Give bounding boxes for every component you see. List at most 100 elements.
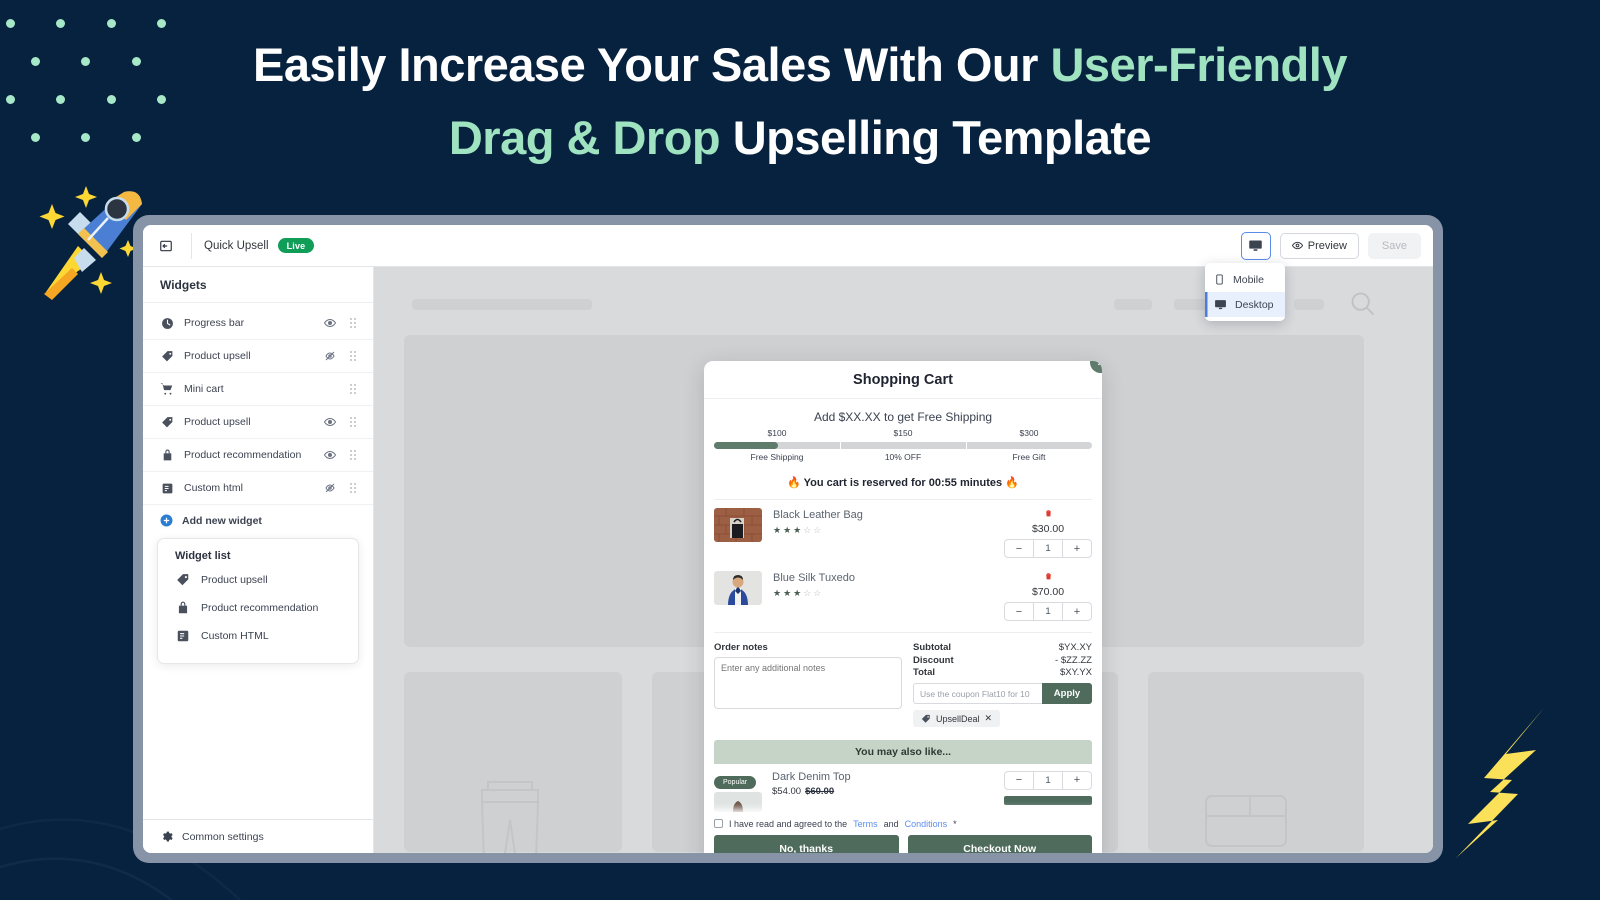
- decline-button[interactable]: No, thanks: [714, 834, 899, 853]
- widget-list-rows: Progress bar Product upsell Mini cart Pr…: [143, 303, 373, 505]
- code-icon: [175, 629, 190, 643]
- app-body: Widgets Progress bar Product upsell Mini…: [143, 267, 1433, 853]
- order-notes-label: Order notes: [714, 642, 768, 653]
- cart-icon: [160, 382, 174, 396]
- drag-handle-icon[interactable]: [347, 317, 359, 329]
- coupon-input[interactable]: Use the coupon Flat10 for 10: [913, 683, 1042, 704]
- trash-icon[interactable]: [1004, 571, 1092, 584]
- skeleton-nav-1: [1114, 299, 1152, 310]
- widget-list-item-custom-html[interactable]: Custom HTML: [158, 622, 358, 650]
- recommendation-sale-price: $54.00: [772, 785, 802, 797]
- widgets-sidebar: Widgets Progress bar Product upsell Mini…: [143, 267, 374, 853]
- free-shipping-progress-bar: [714, 442, 1092, 449]
- progress-icon: [160, 317, 174, 330]
- total-row-subtotal: Subtotal $YX.XY: [913, 642, 1092, 653]
- skeleton-nav-4: [1294, 299, 1324, 310]
- device-menu-label-mobile: Mobile: [1233, 273, 1264, 286]
- add-new-widget-button[interactable]: Add new widget: [143, 505, 373, 536]
- widget-list-title: Widget list: [175, 550, 231, 562]
- visibility-eye-icon[interactable]: [322, 449, 337, 461]
- applied-deal-chip: UpsellDeal ✕: [913, 710, 1001, 727]
- quantity-increment[interactable]: +: [1063, 540, 1091, 557]
- widget-row-product-recommendation[interactable]: Product recommendation: [143, 439, 373, 472]
- search-icon[interactable]: [1349, 289, 1377, 319]
- trash-icon[interactable]: [1004, 508, 1092, 521]
- terms-link[interactable]: Terms: [853, 819, 878, 829]
- product-actions: $30.00 − 1 +: [1004, 508, 1092, 558]
- tier-reward-2: 10% OFF: [884, 452, 922, 462]
- remove-deal-icon[interactable]: ✕: [985, 713, 993, 724]
- quantity-stepper[interactable]: − 1 +: [1004, 770, 1092, 790]
- widget-list-item-label: Product recommendation: [201, 602, 319, 614]
- tier-amount-1: $100: [767, 428, 787, 438]
- quantity-decrement[interactable]: −: [1005, 540, 1033, 557]
- quantity-stepper[interactable]: − 1 +: [1004, 539, 1092, 558]
- widget-row-mini-cart[interactable]: Mini cart: [143, 373, 373, 406]
- recommendation-thumb-wrap: Popular: [714, 771, 762, 812]
- widget-row-progress-bar[interactable]: Progress bar: [143, 307, 373, 340]
- total-label: Total: [913, 667, 935, 678]
- preview-button[interactable]: Preview: [1279, 232, 1359, 259]
- tier-reward-3: Free Gift: [1012, 452, 1046, 462]
- order-notes-input[interactable]: [714, 657, 902, 709]
- quantity-value[interactable]: 1: [1033, 771, 1063, 789]
- quantity-value[interactable]: 1: [1033, 540, 1063, 557]
- widget-list-item-product-upsell[interactable]: Product upsell: [158, 566, 358, 594]
- terms-checkbox[interactable]: [714, 819, 723, 828]
- desktop-icon: [1215, 300, 1226, 310]
- product-thumbnail: [714, 571, 762, 605]
- tier-amount-2: $150: [893, 428, 913, 438]
- product-price: $70.00: [1031, 586, 1065, 598]
- widget-row-custom-html[interactable]: Custom html: [143, 472, 373, 505]
- topbar-actions: Preview Save: [1240, 231, 1423, 260]
- progress-fill: [714, 442, 779, 449]
- visibility-eye-icon[interactable]: [322, 416, 337, 428]
- mobile-icon: [1216, 274, 1223, 285]
- widget-row-label: Mini cart: [184, 383, 224, 395]
- free-shipping-message: Add $XX.XX to get Free Shipping: [813, 410, 993, 424]
- conditions-link[interactable]: Conditions: [905, 819, 948, 829]
- widget-row-product-upsell-1[interactable]: Product upsell: [143, 340, 373, 373]
- desktop-icon: [1249, 240, 1263, 251]
- terms-prefix: I have read and agreed to the: [729, 818, 848, 829]
- product-name: Blue Silk Tuxedo: [773, 572, 855, 584]
- cart-reserve-timer: 🔥 You cart is reserved for 00:55 minutes…: [787, 477, 1019, 489]
- apply-coupon-button[interactable]: Apply: [1042, 683, 1092, 704]
- drag-handle-icon[interactable]: [347, 482, 359, 494]
- checkout-button[interactable]: Checkout Now: [907, 834, 1092, 853]
- tier-amount-3: $300: [1019, 428, 1039, 438]
- quantity-stepper[interactable]: − 1 +: [1004, 602, 1092, 621]
- headline-line1-accent: User-Friendly: [1050, 38, 1347, 91]
- quantity-increment[interactable]: +: [1063, 772, 1091, 789]
- quantity-value[interactable]: 1: [1033, 603, 1063, 620]
- back-arrow-icon[interactable]: [153, 233, 179, 259]
- drag-handle-icon[interactable]: [347, 383, 359, 395]
- save-button[interactable]: Save: [1367, 232, 1421, 259]
- drag-handle-icon[interactable]: [347, 416, 359, 428]
- drag-handle-icon[interactable]: [347, 350, 359, 362]
- quantity-increment[interactable]: +: [1063, 603, 1091, 620]
- recommendation-price: $54.00 $60.00: [772, 786, 994, 797]
- recommendation-name: Dark Denim Top: [772, 770, 851, 783]
- widget-row-product-upsell-2[interactable]: Product upsell: [143, 406, 373, 439]
- common-settings-button[interactable]: Common settings: [143, 819, 373, 853]
- drag-handle-icon[interactable]: [347, 449, 359, 461]
- visibility-eye-off-icon[interactable]: [322, 482, 337, 494]
- product-actions: $70.00 − 1 +: [1004, 571, 1092, 621]
- widget-row-label: Progress bar: [184, 317, 245, 329]
- device-menu-label-desktop: Desktop: [1235, 298, 1274, 311]
- quantity-decrement[interactable]: −: [1005, 603, 1033, 620]
- visibility-eye-icon[interactable]: [322, 317, 337, 329]
- recommendation-add-button[interactable]: [1004, 795, 1092, 805]
- widget-list-item-product-recommendation[interactable]: Product recommendation: [158, 594, 358, 622]
- widget-list-item-label: Custom HTML: [201, 630, 269, 642]
- terms-agreement-row: I have read and agreed to the Terms and …: [714, 817, 1092, 835]
- eye-icon: [1291, 241, 1303, 250]
- device-menu-item-mobile[interactable]: Mobile: [1205, 267, 1285, 292]
- visibility-eye-off-icon[interactable]: [322, 350, 337, 362]
- total-value: $YX.XY: [1058, 642, 1092, 653]
- device-menu-item-desktop[interactable]: Desktop: [1205, 292, 1285, 317]
- product-name: Black Leather Bag: [773, 509, 863, 521]
- device-toggle-button[interactable]: [1240, 231, 1271, 260]
- quantity-decrement[interactable]: −: [1005, 772, 1033, 789]
